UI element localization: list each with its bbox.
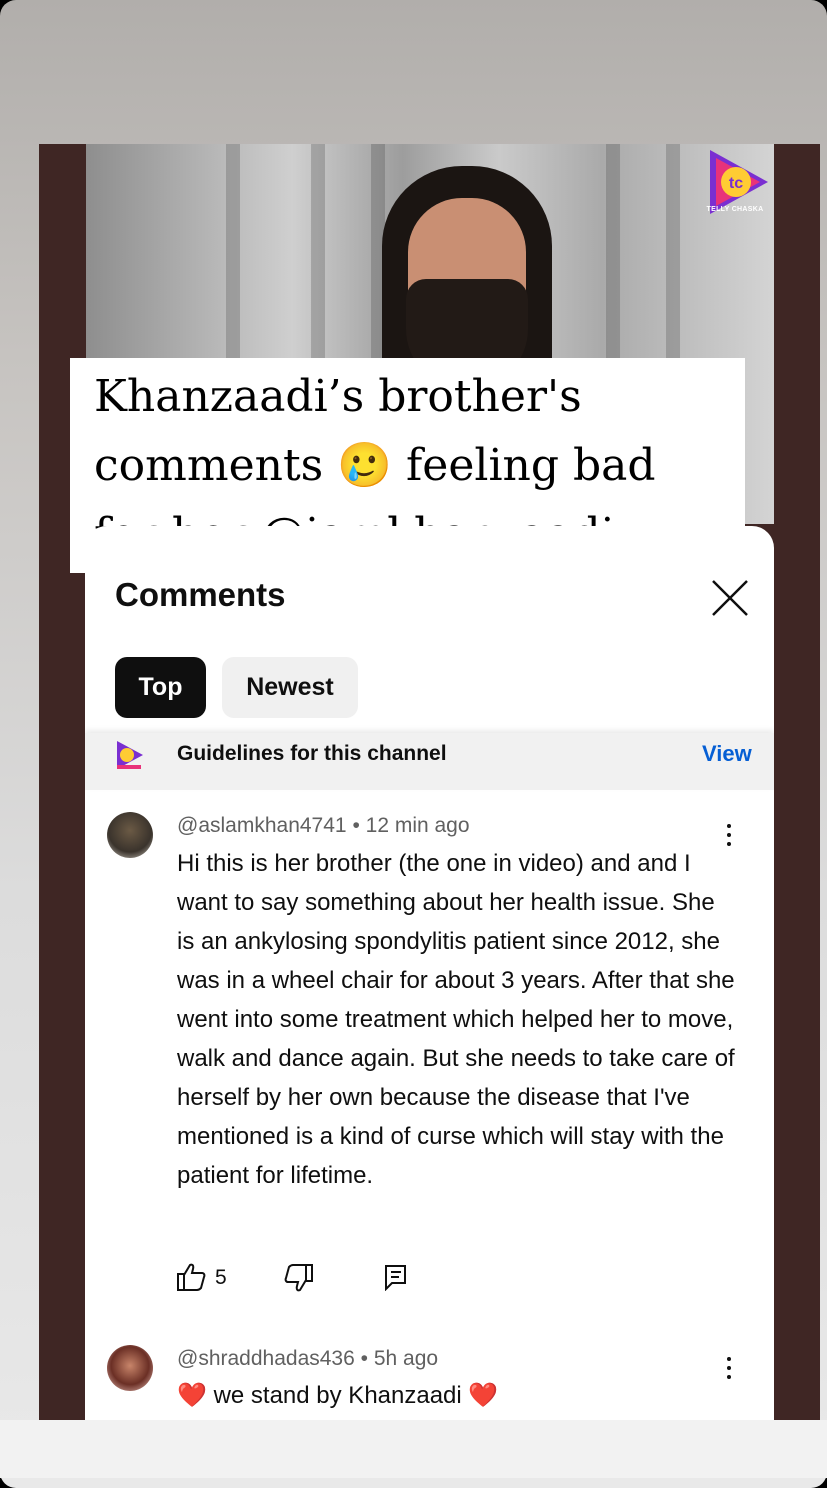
view-guidelines-link[interactable]: View [702, 741, 752, 767]
avatar[interactable] [107, 812, 153, 858]
guidelines-banner[interactable]: Guidelines for this channel View [85, 733, 774, 790]
comment-time: 5h ago [373, 1347, 439, 1370]
avatar[interactable] [107, 1345, 153, 1391]
panel-title: Comments [115, 576, 286, 613]
comment-text: Hi this is her brother (the one in video… [177, 850, 735, 1189]
guidelines-text: Guidelines for this channel [177, 742, 447, 765]
close-icon[interactable] [705, 573, 755, 623]
comment-meta: @aslamkhan4741 • 12 min ago [177, 814, 470, 838]
meta-separator: • [360, 1347, 368, 1370]
crying-face-emoji: 🥲 [337, 440, 393, 491]
caption-line-1: Khanzaadi’s brother's [94, 371, 582, 422]
meta-separator: • [352, 814, 360, 837]
comment-author[interactable]: @aslamkhan4741 [177, 814, 347, 837]
thumbs-up-icon[interactable] [175, 1262, 207, 1292]
tab-newest[interactable]: Newest [222, 657, 358, 718]
caption-line-2: comments 🥲 feeling bad [94, 431, 725, 500]
heart-emoji: ❤️ [177, 1382, 207, 1409]
channel-logo-label: TELLY CHASKA [706, 206, 764, 213]
reply-icon[interactable] [383, 1263, 409, 1291]
story-bottom-strip [0, 1420, 827, 1478]
comment-text-content: we stand by Khanzaadi [213, 1382, 462, 1409]
like-count: 5 [215, 1266, 227, 1289]
tab-top[interactable]: Top [115, 657, 206, 718]
heart-emoji: ❤️ [468, 1382, 499, 1409]
comment-meta: @shraddhadas436 • 5h ago [177, 1347, 438, 1371]
comment-author[interactable]: @shraddhadas436 [177, 1347, 355, 1370]
svg-text:tc: tc [729, 175, 743, 192]
caption-text: comments [94, 440, 324, 491]
channel-logo-icon [117, 741, 143, 769]
comment-text: ❤️ we stand by Khanzaadi ❤️ [177, 1376, 737, 1415]
thumbs-down-icon[interactable] [283, 1263, 315, 1293]
comment-time: 12 min ago [365, 814, 470, 837]
comments-panel: Comments Top Newest Guidelines for this … [85, 526, 774, 1420]
caption-text: feeling bad [406, 440, 656, 491]
